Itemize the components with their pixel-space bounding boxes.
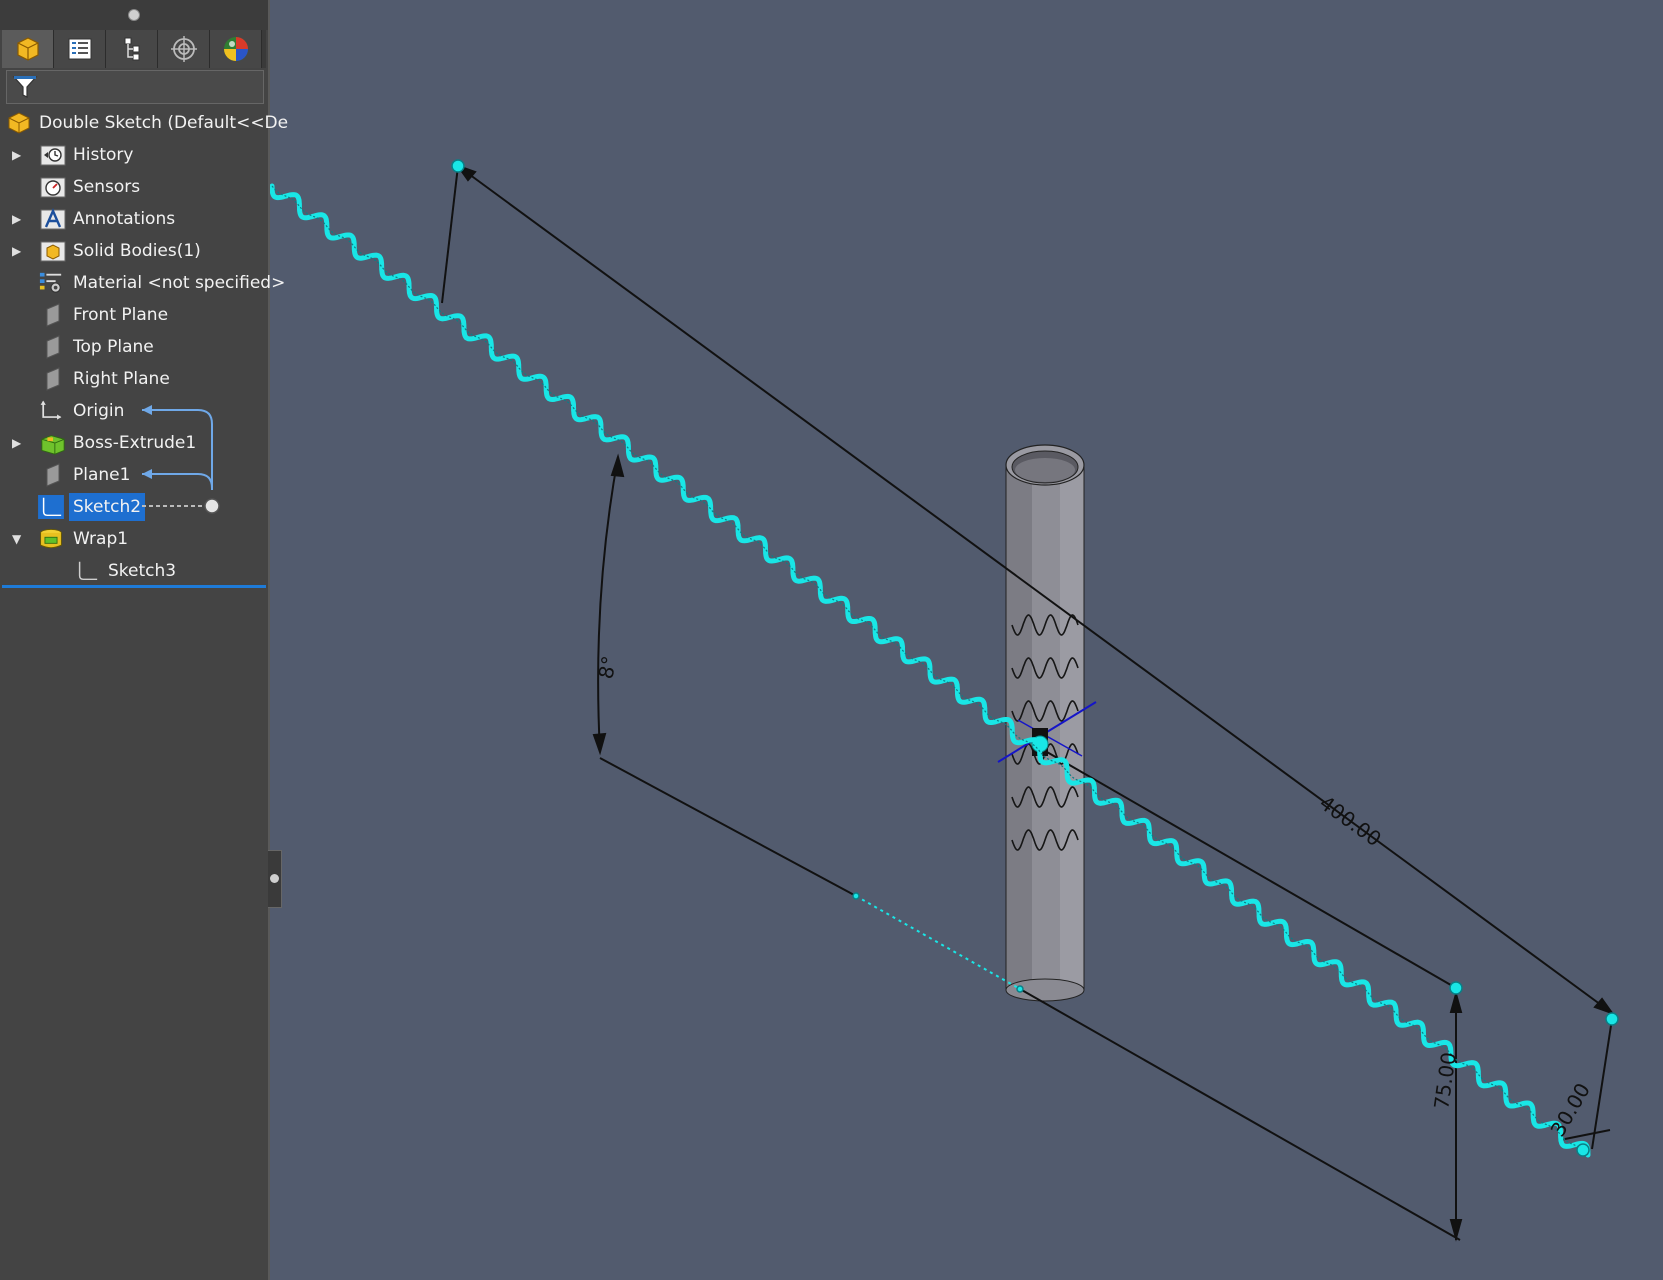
- dimxpert-manager-tab[interactable]: [158, 30, 210, 68]
- sketch-curve-helix[interactable]: [270, 183, 1591, 1158]
- plane-icon: [46, 303, 60, 327]
- feature-filter[interactable]: [6, 70, 264, 104]
- filter-icon[interactable]: [11, 73, 39, 101]
- dimension-length-text[interactable]: 400.00: [1315, 791, 1386, 852]
- dimension-angle[interactable]: 8°: [593, 654, 621, 681]
- tree-item-sketch2[interactable]: Sketch2: [0, 492, 268, 522]
- display-manager-icon: [223, 37, 248, 61]
- expand-arrow-icon[interactable]: ▶: [12, 428, 24, 458]
- history-icon: [40, 145, 66, 166]
- panel-resize-handle[interactable]: [0, 0, 268, 30]
- annotations-icon: [40, 208, 66, 230]
- feature-manager-tab[interactable]: [2, 30, 54, 68]
- tree-item-annotations[interactable]: ▶ Annotations: [0, 204, 268, 234]
- material-icon: [39, 272, 62, 293]
- expand-arrow-icon[interactable]: ▶: [12, 204, 24, 234]
- extrude-icon: [41, 435, 65, 455]
- plane-icon: [46, 463, 60, 487]
- selected-label: Sketch2: [69, 493, 146, 521]
- tree-item-boss-extrude1[interactable]: ▶ Boss-Extrude1: [0, 428, 268, 458]
- dimension-offset-text[interactable]: 30.00: [1546, 1079, 1595, 1141]
- tree-root[interactable]: Double Sketch (Default<<De: [0, 108, 288, 138]
- tree-item-sketch3[interactable]: Sketch3: [0, 556, 268, 586]
- sketch-point[interactable]: [451, 159, 465, 173]
- cylinder-body[interactable]: [1005, 444, 1085, 1002]
- graphics-viewport[interactable]: 8° 400.00 75.00 30.00: [270, 0, 1663, 1280]
- sketch-point[interactable]: [1576, 1143, 1590, 1157]
- sensors-icon: [40, 177, 66, 198]
- collapse-arrow-icon[interactable]: ▼: [12, 524, 24, 554]
- sketch-icon: [38, 495, 64, 519]
- plane-icon: [46, 367, 60, 391]
- tree-item-material[interactable]: Material <not specified>: [0, 268, 285, 298]
- tree-item-wrap1[interactable]: ▼ Wrap1: [0, 524, 268, 554]
- part-icon: [8, 112, 30, 134]
- feature-manager-icon: [16, 37, 39, 61]
- dimension-angle-text[interactable]: 8°: [593, 654, 621, 681]
- expand-arrow-icon[interactable]: ▶: [12, 140, 24, 170]
- plane-icon: [46, 335, 60, 359]
- feature-manager-panel: Double Sketch (Default<<De ▶ History Sen…: [0, 0, 288, 1280]
- property-manager-tab[interactable]: [54, 30, 106, 68]
- tree-item-solid-bodies[interactable]: ▶ Solid Bodies(1): [0, 236, 268, 266]
- tree-item-top-plane[interactable]: Top Plane: [0, 332, 268, 362]
- dimension-length[interactable]: 400.00: [1315, 791, 1386, 852]
- handle-dot[interactable]: [128, 9, 140, 21]
- property-manager-icon: [68, 38, 91, 60]
- tree-end-marker: [2, 585, 266, 588]
- solid-bodies-icon: [40, 241, 66, 262]
- manager-tabs: [2, 30, 266, 68]
- tree-item-origin[interactable]: Origin: [0, 396, 268, 426]
- origin-icon: [40, 400, 62, 420]
- sketch-point[interactable]: [1016, 985, 1024, 993]
- dimension-offset[interactable]: 30.00: [1546, 1079, 1595, 1141]
- expand-arrow-icon[interactable]: ▶: [12, 236, 24, 266]
- tree-item-plane1[interactable]: Plane1: [0, 460, 268, 490]
- sketch-point[interactable]: [852, 892, 860, 900]
- tree-item-right-plane[interactable]: Right Plane: [0, 364, 268, 394]
- dimxpert-icon: [170, 36, 197, 62]
- configuration-manager-tab[interactable]: [106, 30, 158, 68]
- tree-item-front-plane[interactable]: Front Plane: [0, 300, 268, 330]
- wrap-icon: [40, 529, 62, 549]
- configuration-manager-icon: [124, 37, 139, 61]
- sketch-point[interactable]: [1449, 981, 1463, 995]
- display-manager-tab[interactable]: [210, 30, 262, 68]
- model-scene[interactable]: 8° 400.00 75.00 30.00: [270, 0, 1663, 1280]
- sketch-point[interactable]: [1605, 1012, 1619, 1026]
- tree-item-sensors[interactable]: Sensors: [0, 172, 268, 202]
- tree-root-label: Double Sketch (Default<<De: [39, 113, 289, 133]
- sketch-icon: [78, 561, 98, 581]
- tree-item-history[interactable]: ▶ History: [0, 140, 268, 170]
